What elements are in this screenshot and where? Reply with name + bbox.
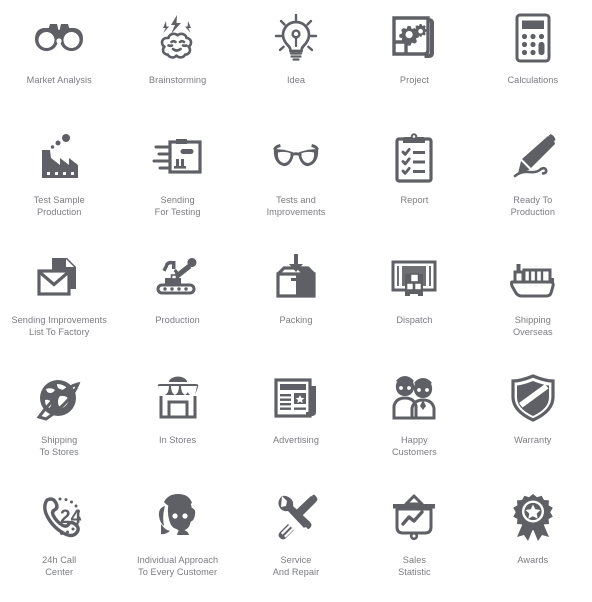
icon-label: Report (400, 195, 429, 205)
icon-cell-shipping-overseas[interactable]: Shipping Overseas (474, 242, 592, 362)
icon-cell-dispatch[interactable]: Dispatch (355, 242, 473, 362)
presentation-chart-icon (385, 490, 443, 546)
icon-cell-call-center[interactable]: 24 24h Call Center (0, 482, 118, 602)
icon-cell-service-and-repair[interactable]: Service And Repair (237, 482, 355, 602)
icon-cell-shipping-to-stores[interactable]: Shipping To Stores (0, 362, 118, 482)
cargo-ship-icon (504, 250, 562, 306)
icon-cell-production[interactable]: Production (118, 242, 236, 362)
award-ribbon-icon (504, 490, 562, 546)
two-people-icon (385, 370, 443, 426)
icon-label: Advertising (272, 435, 319, 445)
calculator-icon (504, 10, 562, 66)
lightbulb-icon (267, 10, 325, 66)
icon-label: Awards (517, 555, 549, 565)
envelope-document-icon (30, 250, 88, 306)
pen-signature-icon (504, 130, 562, 186)
icon-label: Service And Repair (272, 555, 320, 577)
icon-label: Sending For Testing (154, 195, 201, 217)
factory-icon (30, 130, 88, 186)
icon-grid: Market Analysis Brainstorming Idea Proje… (0, 0, 592, 600)
headset-woman-icon (149, 490, 207, 546)
icon-label: Warranty (514, 435, 552, 445)
icon-label: 24h Call Center (42, 555, 77, 577)
icon-cell-brainstorming[interactable]: Brainstorming (118, 2, 236, 122)
icon-cell-in-stores[interactable]: In Stores (118, 362, 236, 482)
icon-cell-advertising[interactable]: Advertising (237, 362, 355, 482)
icon-cell-sales-statistic[interactable]: Sales Statistic (355, 482, 473, 602)
icon-label: Calculations (507, 75, 559, 85)
shield-icon (504, 370, 562, 426)
icon-cell-idea[interactable]: Idea (237, 2, 355, 122)
globe-orbit-icon (30, 370, 88, 426)
brain-lightning-icon (149, 10, 207, 66)
icon-cell-happy-customers[interactable]: Happy Customers (355, 362, 473, 482)
icon-label: Packing (279, 315, 313, 325)
icon-cell-sending-improvements-list[interactable]: Sending Improvements List To Factory (0, 242, 118, 362)
robot-arm-conveyor-icon (149, 250, 207, 306)
icon-label: Shipping To Stores (39, 435, 79, 457)
icon-label: In Stores (158, 435, 197, 445)
icon-label: Ready To Production (510, 195, 556, 217)
icon-label: Production (155, 315, 200, 325)
icon-label: Brainstorming (148, 75, 207, 85)
svg-text:24: 24 (60, 507, 82, 528)
newspaper-icon (267, 370, 325, 426)
blueprint-gears-icon (385, 10, 443, 66)
icon-label: Dispatch (396, 315, 433, 325)
icon-cell-ready-to-production[interactable]: Ready To Production (474, 122, 592, 242)
box-arrow-down-icon (267, 250, 325, 306)
wrench-screwdriver-icon (267, 490, 325, 546)
phone-24h-icon: 24 (30, 490, 88, 546)
truck-rear-boxes-icon (385, 250, 443, 306)
icon-cell-sending-for-testing[interactable]: Sending For Testing (118, 122, 236, 242)
clipboard-check-icon (385, 130, 443, 186)
icon-label: Happy Customers (391, 435, 437, 457)
icon-label: Test Sample Production (33, 195, 85, 217)
storefront-icon (149, 370, 207, 426)
icon-label: Idea (286, 75, 306, 85)
glasses-icon (267, 130, 325, 186)
icon-label: Sending Improvements List To Factory (11, 315, 107, 337)
icon-cell-test-sample-production[interactable]: Test Sample Production (0, 122, 118, 242)
icon-cell-report[interactable]: Report (355, 122, 473, 242)
icon-cell-market-analysis[interactable]: Market Analysis (0, 2, 118, 122)
icon-label: Tests and Improvements (266, 195, 326, 217)
flying-package-icon (149, 130, 207, 186)
icon-label: Sales Statistic (398, 555, 431, 577)
icon-label: Individual Approach To Every Customer (137, 555, 219, 577)
icon-cell-project[interactable]: Project (355, 2, 473, 122)
icon-cell-individual-approach[interactable]: Individual Approach To Every Customer (118, 482, 236, 602)
icon-label: Market Analysis (26, 75, 92, 85)
icon-cell-tests-and-improvements[interactable]: Tests and Improvements (237, 122, 355, 242)
icon-cell-awards[interactable]: Awards (474, 482, 592, 602)
icon-label: Project (399, 75, 429, 85)
icon-cell-packing[interactable]: Packing (237, 242, 355, 362)
binoculars-icon (30, 10, 88, 66)
icon-label: Shipping Overseas (512, 315, 553, 337)
icon-cell-calculations[interactable]: Calculations (474, 2, 592, 122)
icon-cell-warranty[interactable]: Warranty (474, 362, 592, 482)
